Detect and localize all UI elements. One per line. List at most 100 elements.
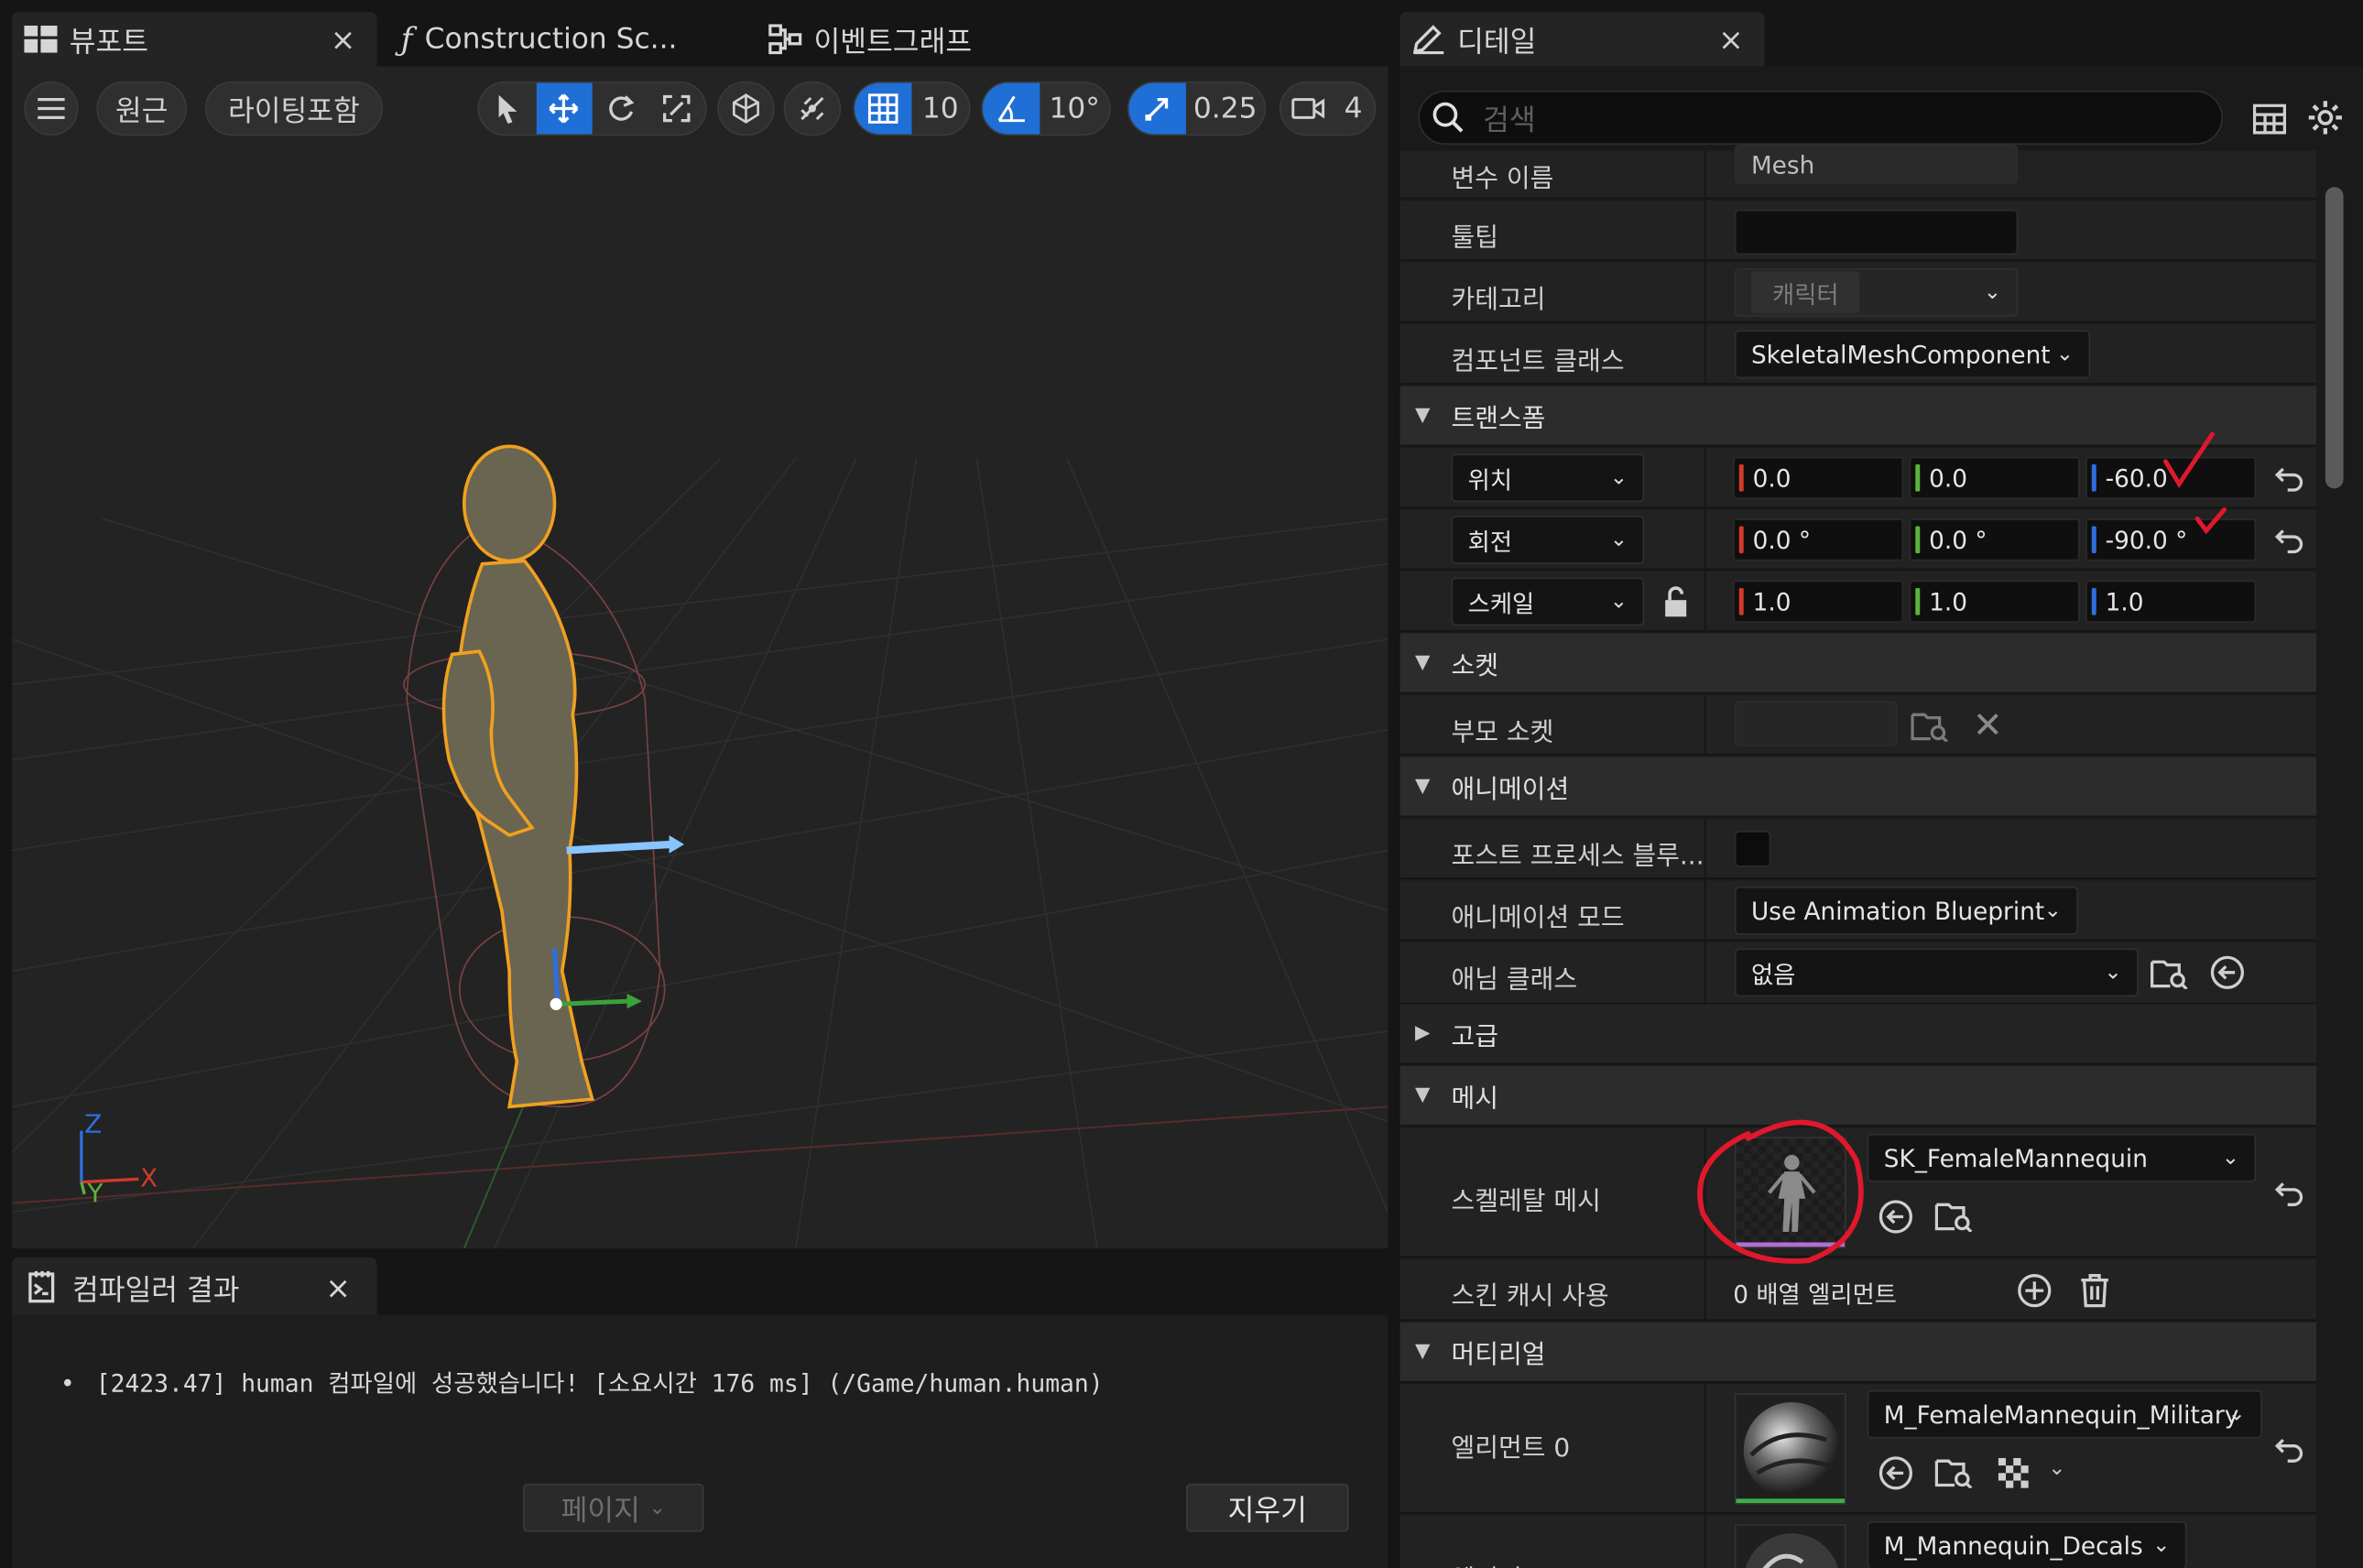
material-1-thumbnail[interactable]	[1734, 1524, 1846, 1568]
move-tool-button[interactable]	[535, 82, 593, 135]
scale-z-value: 1.0	[2105, 587, 2144, 616]
table-view-icon[interactable]	[2250, 100, 2290, 139]
rotate-tool-button[interactable]	[593, 83, 649, 135]
anim-class-dropdown[interactable]: 없음 ⌄	[1734, 948, 2139, 997]
collapse-triangle-icon: ▼	[1415, 775, 1431, 798]
collapse-triangle-icon: ▼	[1415, 651, 1431, 674]
browse-folder-icon[interactable]	[1910, 707, 1952, 744]
chevron-down-icon: ⌄	[1609, 589, 1628, 615]
perspective-button[interactable]: 원근	[96, 81, 188, 136]
add-element-icon[interactable]	[2015, 1271, 2054, 1311]
trash-icon[interactable]	[2075, 1271, 2115, 1311]
rotation-z-field[interactable]: -90.0 °	[2085, 518, 2257, 561]
tab-viewport[interactable]: 뷰포트 ×	[12, 12, 377, 67]
viewport[interactable]: 원근 라이팅포함 10 10° 0.25 4 Z X Y	[12, 66, 1388, 1249]
section-title: 소켓	[1451, 651, 1498, 682]
use-selected-icon[interactable]	[1877, 1197, 1916, 1236]
world-local-button[interactable]	[717, 81, 775, 136]
scale-x-field[interactable]: 1.0	[1733, 580, 1904, 623]
hamburger-menu-button[interactable]	[24, 81, 79, 136]
tab-construction-script[interactable]: ƒ Construction Sc...	[395, 12, 741, 66]
lighting-mode-button[interactable]: 라이팅포함	[204, 81, 383, 136]
section-animation[interactable]: ▼ 애니메이션	[1399, 757, 2316, 818]
section-materials[interactable]: ▼ 머티리얼	[1399, 1322, 2316, 1383]
material-1-dropdown[interactable]: M_Mannequin_Decals ⌄	[1867, 1521, 2187, 1568]
skeletal-mesh-thumbnail[interactable]	[1734, 1137, 1846, 1249]
page-dropdown-button[interactable]: 페이지 ⌄	[522, 1483, 704, 1532]
row-label: 스켈레탈 메시	[1451, 1186, 1601, 1217]
rotation-x-field[interactable]: 0.0 °	[1733, 518, 1904, 561]
compiler-tab-label: 컴파일러 결과	[71, 1273, 240, 1307]
unlock-icon[interactable]	[1660, 583, 1695, 620]
rotation-y-field[interactable]: 0.0 °	[1909, 518, 2080, 561]
scale-snap-group[interactable]: 0.25	[1127, 81, 1267, 136]
animation-mode-dropdown[interactable]: Use Animation Blueprint ⌄	[1734, 886, 2079, 935]
location-x-field[interactable]: 0.0	[1733, 456, 1904, 499]
component-class-dropdown[interactable]: SkeletalMeshComponent ⌄	[1734, 330, 2091, 379]
reset-skeletal-mesh-icon[interactable]	[2271, 1176, 2307, 1213]
reset-rotation-icon[interactable]	[2271, 523, 2307, 560]
rotation-mode-dropdown[interactable]: 회전 ⌄	[1451, 516, 1645, 564]
tab-details[interactable]: 디테일 ×	[1399, 12, 1765, 67]
tooltip-field[interactable]	[1734, 209, 2019, 256]
material-0-dropdown[interactable]: M_FemaleMannequin_Military ⌄	[1867, 1389, 2262, 1439]
tab-event-graph[interactable]: 이벤트그래프	[763, 12, 1064, 66]
surface-snap-button[interactable]	[783, 81, 842, 136]
chevron-down-icon: ⌄	[2104, 960, 2122, 985]
gear-icon[interactable]	[2304, 96, 2347, 138]
row-material-element-1: 엘리먼트 1 M_Mannequin_Decals ⌄	[1399, 1515, 2316, 1568]
section-title: 트랜스폼	[1451, 404, 1546, 435]
grid-snap-value[interactable]: 10	[911, 83, 969, 135]
location-z-field[interactable]: -60.0	[2085, 456, 2257, 499]
close-icon[interactable]: ×	[325, 1269, 351, 1306]
camera-speed-button[interactable]: 4	[1279, 81, 1377, 136]
scale-snap-value[interactable]: 0.25	[1186, 83, 1265, 135]
use-selected-icon[interactable]	[2208, 953, 2248, 992]
bullet: •	[60, 1368, 75, 1399]
chevron-down-icon[interactable]: ⌄	[2048, 1456, 2065, 1480]
scale-mode-dropdown[interactable]: 스케일 ⌄	[1451, 577, 1645, 626]
location-y-field[interactable]: 0.0	[1909, 456, 2080, 499]
chevron-down-icon: ⌄	[2221, 1146, 2240, 1171]
scale-y-field[interactable]: 1.0	[1909, 580, 2080, 623]
grid-icon	[867, 93, 898, 124]
reset-material-icon[interactable]	[2271, 1432, 2307, 1469]
reset-location-icon[interactable]	[2271, 462, 2307, 498]
close-icon[interactable]: ×	[1718, 21, 1744, 58]
browse-folder-icon[interactable]	[1933, 1197, 1976, 1234]
rotation-snap-toggle[interactable]	[982, 82, 1040, 135]
section-mesh[interactable]: ▼ 메시	[1399, 1065, 2316, 1127]
skeletal-mesh-dropdown[interactable]: SK_FemaleMannequin ⌄	[1867, 1133, 2257, 1182]
scale-tool-button[interactable]	[648, 83, 705, 135]
use-selected-icon[interactable]	[1877, 1454, 1916, 1493]
rotation-snap-value[interactable]: 10°	[1040, 83, 1109, 135]
section-advanced[interactable]: ▶ 고급	[1399, 1004, 2316, 1065]
parent-socket-field[interactable]	[1734, 701, 1898, 746]
category-dropdown[interactable]: 캐릭터 ⌄	[1734, 268, 2019, 317]
clear-x-icon[interactable]: ✕	[1970, 704, 2006, 746]
location-z-value: -60.0	[2105, 463, 2168, 493]
scale-snap-toggle[interactable]	[1128, 82, 1186, 135]
hamburger-icon	[38, 98, 65, 120]
section-transform[interactable]: ▼ 트랜스폼	[1399, 386, 2316, 447]
material-0-thumbnail[interactable]	[1734, 1393, 1846, 1505]
location-mode-dropdown[interactable]: 위치 ⌄	[1451, 453, 1645, 503]
search-field[interactable]: 검색	[1418, 90, 2223, 146]
scale-x-value: 1.0	[1752, 587, 1791, 616]
tab-compiler-results[interactable]: 컴파일러 결과 ×	[12, 1257, 377, 1318]
scale-z-field[interactable]: 1.0	[2085, 580, 2257, 623]
clear-button[interactable]: 지우기	[1185, 1483, 1349, 1532]
grid-snap-group[interactable]: 10	[853, 81, 971, 136]
variable-name-field[interactable]: Mesh	[1734, 145, 2019, 184]
close-icon[interactable]: ×	[331, 21, 356, 58]
grid-snap-toggle[interactable]	[854, 82, 912, 135]
row-anim-class: 애님 클래스 없음 ⌄	[1399, 942, 2316, 1005]
section-sockets[interactable]: ▼ 소켓	[1399, 633, 2316, 694]
post-process-checkbox[interactable]	[1734, 831, 1771, 867]
details-scrollbar[interactable]	[2325, 187, 2344, 489]
checker-texture-icon[interactable]	[1997, 1456, 2032, 1489]
browse-folder-icon[interactable]	[1933, 1454, 1976, 1490]
rotation-snap-group[interactable]: 10°	[981, 81, 1111, 136]
select-tool-button[interactable]	[479, 83, 536, 135]
browse-folder-icon[interactable]	[2149, 954, 2191, 991]
